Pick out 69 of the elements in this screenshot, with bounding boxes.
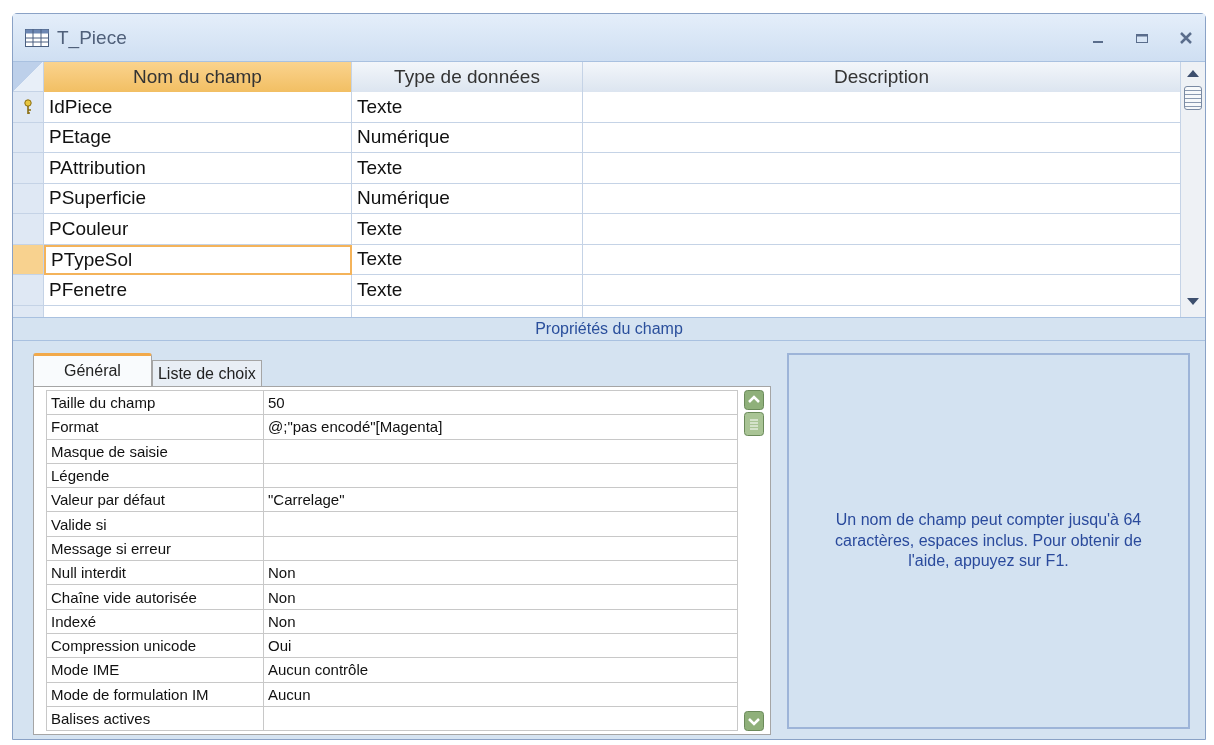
property-label: Balises actives [46, 706, 264, 731]
table-icon [25, 28, 49, 47]
column-header[interactable]: Nom du champ [44, 62, 352, 92]
property-value[interactable]: Aucun [264, 682, 738, 706]
table-cell[interactable]: Texte [352, 275, 583, 306]
scroll-up-icon[interactable] [1186, 68, 1200, 78]
vertical-scrollbar[interactable] [1181, 62, 1205, 317]
table-cell[interactable]: Texte [352, 244, 583, 275]
row-selector[interactable] [13, 214, 44, 245]
property-label: Chaîne vide autorisée [46, 585, 264, 609]
scroll-down-icon[interactable] [744, 711, 764, 732]
property-label: Valide si [46, 512, 264, 536]
scroll-down-icon[interactable] [1186, 297, 1200, 307]
table-cell[interactable]: Texte [352, 92, 583, 123]
table-cell[interactable]: Texte [352, 214, 583, 245]
property-label: Taille du champ [46, 391, 264, 415]
row-selector[interactable] [13, 153, 44, 184]
tab[interactable]: Liste de choix [151, 360, 262, 386]
table-cell[interactable]: PCouleur [44, 214, 352, 245]
row-selector[interactable] [13, 275, 44, 306]
table-cell[interactable]: PAttribution [44, 153, 352, 184]
property-label: Valeur par défaut [46, 488, 264, 512]
table-cell[interactable]: Texte [352, 153, 583, 184]
table-cell[interactable]: Numérique [352, 122, 583, 153]
table-cell[interactable] [583, 214, 1181, 245]
window-title: T_Piece [57, 26, 127, 49]
property-value[interactable]: Non [264, 561, 738, 585]
row-selector[interactable] [13, 92, 44, 123]
scroll-thumb[interactable] [744, 412, 764, 436]
tab[interactable]: Général [33, 353, 152, 386]
table-cell[interactable]: PEtage [44, 122, 352, 153]
property-value[interactable]: "Carrelage" [264, 488, 738, 512]
key-icon [23, 98, 33, 115]
property-value[interactable]: Non [264, 609, 738, 633]
close-icon[interactable] [1179, 30, 1193, 45]
table-cell[interactable] [583, 153, 1181, 184]
select-all-corner[interactable] [13, 62, 44, 92]
scroll-thumb[interactable] [1184, 86, 1202, 110]
scroll-up-icon[interactable] [744, 390, 764, 410]
row-selector[interactable] [13, 183, 44, 214]
property-label: Indexé [46, 609, 264, 633]
property-label: Mode de formulation IM [46, 682, 264, 706]
table-cell[interactable] [583, 122, 1181, 153]
row-selector[interactable] [13, 122, 44, 153]
property-value[interactable]: Non [264, 585, 738, 609]
table-cell[interactable]: PFenetre [44, 275, 352, 306]
table-cell[interactable] [583, 275, 1181, 306]
column-header[interactable]: Type de données [352, 62, 583, 92]
property-label: Format [46, 415, 264, 439]
section-title: Propriétés du champ [535, 320, 683, 338]
table-cell[interactable] [583, 244, 1181, 275]
table-cell[interactable]: PTypeSol [44, 244, 352, 275]
property-value[interactable]: Aucun contrôle [264, 658, 738, 682]
property-label: Masque de saisie [46, 439, 264, 463]
property-label: Null interdit [46, 561, 264, 585]
property-label: Mode IME [46, 658, 264, 682]
column-header[interactable]: Description [583, 62, 1181, 92]
table-cell[interactable]: PSuperficie [44, 183, 352, 214]
table-cell[interactable]: Numérique [352, 183, 583, 214]
property-value[interactable]: @;"pas encodé"[Magenta] [264, 415, 738, 439]
property-value[interactable]: Oui [264, 633, 738, 658]
property-label: Message si erreur [46, 536, 264, 561]
table-cell[interactable] [583, 183, 1181, 214]
property-label: Compression unicode [46, 633, 264, 658]
property-label: Légende [46, 463, 264, 488]
help-text: Un nom de champ peut compter jusqu'à 64 caractères, espaces inclus. Pour obtenir de l'aide, appuyez sur F1. [834, 509, 1143, 572]
table-cell[interactable]: IdPiece [44, 92, 352, 123]
table-cell[interactable] [583, 92, 1181, 123]
property-value[interactable]: 50 [264, 391, 738, 415]
